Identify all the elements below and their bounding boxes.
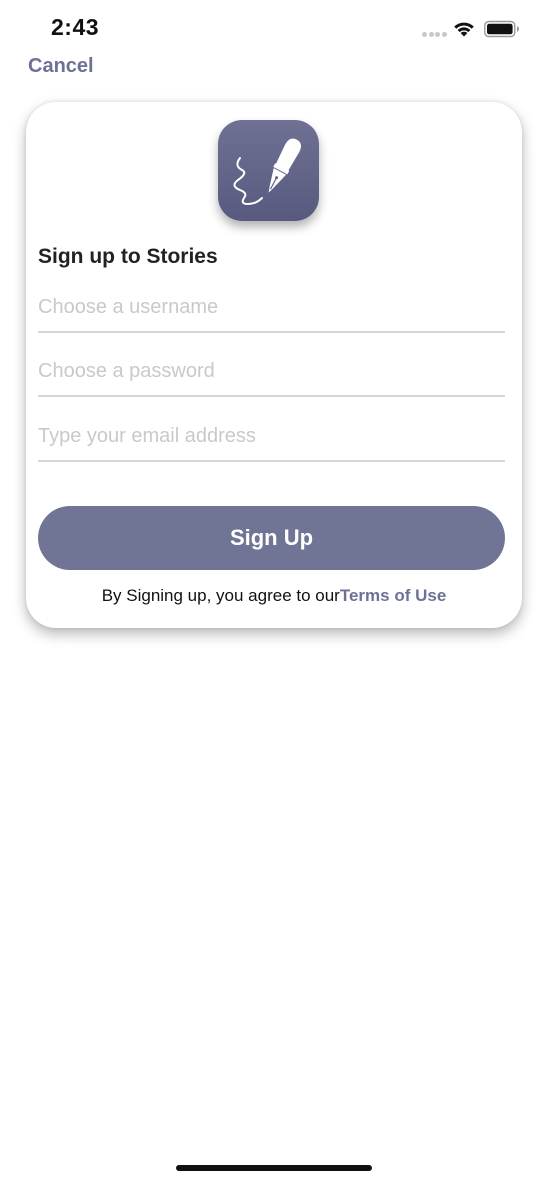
sign-up-button[interactable]: Sign Up xyxy=(38,506,505,570)
password-input[interactable] xyxy=(38,349,505,393)
signup-screen: 2:43 Cancel Sign up to Stories Choose a … xyxy=(0,0,547,1183)
email-input[interactable] xyxy=(38,414,505,458)
battery-icon xyxy=(484,20,519,38)
username-field xyxy=(38,285,505,333)
terms-of-use-link[interactable]: Terms of Use xyxy=(340,586,446,605)
signal-icon xyxy=(422,32,448,38)
status-bar: 2:43 xyxy=(0,0,547,56)
email-field xyxy=(38,414,505,462)
fountain-pen-icon xyxy=(233,138,302,206)
app-logo xyxy=(218,120,319,221)
status-time: 2:43 xyxy=(51,14,100,40)
password-field xyxy=(38,349,505,397)
terms-prefix: By Signing up, you agree to our xyxy=(101,586,340,605)
signup-card: Sign up to Stories Sign Up By Signing up… xyxy=(26,102,522,628)
home-indicator[interactable] xyxy=(176,1165,372,1171)
wifi-icon xyxy=(454,22,474,37)
username-input[interactable] xyxy=(38,285,505,329)
cancel-button[interactable]: Cancel xyxy=(28,55,94,78)
terms-notice: By Signing up, you agree to ourTerms of … xyxy=(26,586,522,606)
form-title: Sign up to Stories xyxy=(38,245,218,268)
